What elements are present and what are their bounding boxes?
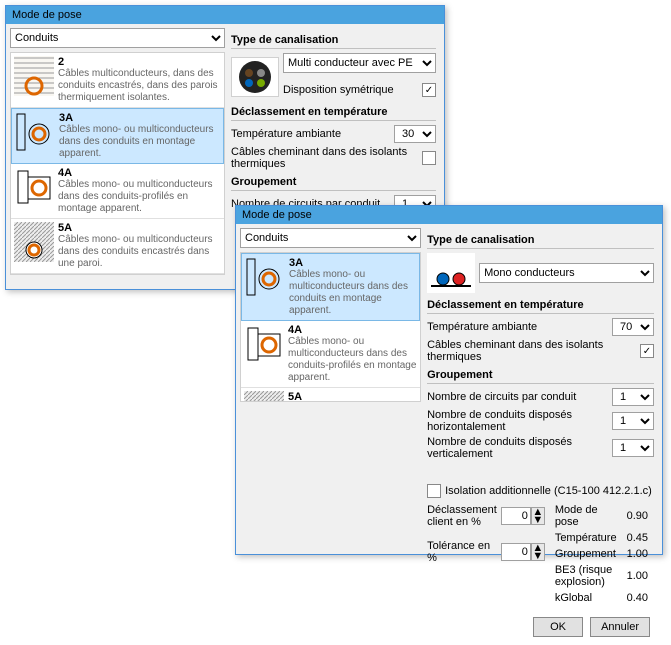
item-code: 3A (59, 112, 220, 124)
cable-icon (14, 56, 54, 96)
decl-client-label: Déclassement client en % (427, 504, 497, 528)
coeff-row: Groupement1.00 (551, 547, 652, 561)
declass-heading: Déclassement en température (231, 106, 436, 121)
cable-icon (14, 222, 54, 262)
cable-icon (244, 391, 284, 402)
coeff-value: 1.00 (623, 547, 652, 561)
item-code: 3A (289, 257, 416, 269)
item-code: 5A (58, 222, 221, 234)
titlebar[interactable]: Mode de pose (6, 6, 444, 24)
item-desc: Câbles mono- ou multiconducteurs dans de… (288, 336, 417, 384)
list-item[interactable]: 2Câbles multiconducteurs, dans des condu… (11, 53, 224, 108)
cancel-button[interactable]: Annuler (590, 617, 650, 637)
coeff-value: 0.40 (623, 591, 652, 605)
coeff-row: Mode de pose0.90 (551, 503, 652, 529)
mode-list: 2Câbles multiconducteurs, dans des condu… (10, 52, 225, 275)
canalisation-select[interactable]: Mono conducteurs (479, 263, 654, 283)
mono-conductor-icon (427, 253, 475, 293)
nch-select[interactable]: 1 (612, 412, 654, 430)
coeff-row: Température0.45 (551, 531, 652, 545)
item-code: 4A (58, 167, 221, 179)
item-desc: Câbles mono- ou multiconducteurs dans de… (289, 269, 416, 317)
nbc-select[interactable]: 1 (612, 388, 654, 406)
group-heading: Groupement (427, 369, 654, 384)
ambient-select[interactable]: 70 (612, 318, 654, 336)
list-item[interactable]: 5ACâbles mono- ou multiconducteurs dans … (11, 219, 224, 274)
iso-add-label: Isolation additionnelle (C15-100 412.2.1… (445, 485, 652, 497)
decl-client-spin[interactable]: ▲▼ (501, 507, 545, 525)
coeff-label: Mode de pose (551, 503, 621, 529)
iso-label: Câbles cheminant dans des isolants therm… (231, 146, 418, 170)
cable-icon (15, 112, 55, 152)
nch-label: Nombre de conduits disposés horizontalem… (427, 409, 608, 433)
item-code: 2 (58, 56, 221, 68)
tol-spin[interactable]: ▲▼ (501, 543, 545, 561)
sym-label: Disposition symétrique (283, 84, 418, 96)
coeff-value: 0.45 (623, 531, 652, 545)
tol-label: Tolérance en % (427, 540, 497, 564)
cable-cross-section-icon (231, 57, 279, 97)
list-item[interactable]: 5ACâbles mono- ou multiconducteurs dans … (241, 388, 420, 402)
ncv-label: Nombre de conduits disposés verticalemen… (427, 436, 608, 460)
item-desc: Câbles multiconducteurs, dans des condui… (58, 68, 221, 104)
canalisation-select[interactable]: Multi conducteur avec PE (283, 53, 436, 73)
mode-list: 3ACâbles mono- ou multiconducteurs dans … (240, 252, 421, 402)
mode-dropdown[interactable]: Conduits (240, 228, 421, 248)
ambient-label: Température ambiante (427, 321, 608, 333)
coeff-label: Groupement (551, 547, 621, 561)
cable-icon (245, 257, 285, 297)
group-heading: Groupement (231, 176, 436, 191)
titlebar[interactable]: Mode de pose (236, 206, 662, 224)
iso-label: Câbles cheminant dans des isolants therm… (427, 339, 636, 363)
window-mode-de-pose-2: Mode de pose Conduits 3ACâbles mono- ou … (235, 205, 663, 555)
item-desc: Câbles mono- ou multiconducteurs dans de… (58, 234, 221, 270)
iso-checkbox[interactable] (422, 151, 436, 165)
cable-icon (14, 167, 54, 207)
coeff-label: kGlobal (551, 591, 621, 605)
ambient-label: Température ambiante (231, 128, 390, 140)
canal-heading: Type de canalisation (427, 234, 654, 249)
ambient-select[interactable]: 30 (394, 125, 436, 143)
coeff-row: BE3 (risque explosion)1.00 (551, 563, 652, 589)
coeff-row: kGlobal0.40 (551, 591, 652, 605)
item-desc: Câbles mono- ou multiconducteurs dans de… (59, 124, 220, 160)
ok-button[interactable]: OK (533, 617, 583, 637)
nbc-label: Nombre de circuits par conduit (427, 391, 608, 403)
coeff-label: Température (551, 531, 621, 545)
coeff-label: BE3 (risque explosion) (551, 563, 621, 589)
coeff-value: 1.00 (623, 563, 652, 589)
sym-checkbox[interactable]: ✓ (422, 83, 436, 97)
list-item[interactable]: 3ACâbles mono- ou multiconducteurs dans … (11, 108, 224, 164)
list-item[interactable]: 4ACâbles mono- ou multiconducteurs dans … (241, 321, 420, 388)
item-desc: Câbles mono- ou multiconducteurs dans de… (58, 179, 221, 215)
list-item[interactable]: 3ACâbles mono- ou multiconducteurs dans … (241, 253, 420, 321)
item-code: 5A (288, 391, 417, 402)
iso-add-checkbox[interactable] (427, 484, 441, 498)
iso-checkbox[interactable]: ✓ (640, 344, 654, 358)
declass-heading: Déclassement en température (427, 299, 654, 314)
item-code: 4A (288, 324, 417, 336)
cable-icon (244, 324, 284, 364)
coeff-table: Mode de pose0.90Température0.45Groupemen… (549, 501, 654, 607)
mode-dropdown[interactable]: Conduits (10, 28, 225, 48)
list-item[interactable]: 4ACâbles mono- ou multiconducteurs dans … (11, 164, 224, 219)
coeff-value: 0.90 (623, 503, 652, 529)
ncv-select[interactable]: 1 (612, 439, 654, 457)
canal-heading: Type de canalisation (231, 34, 436, 49)
